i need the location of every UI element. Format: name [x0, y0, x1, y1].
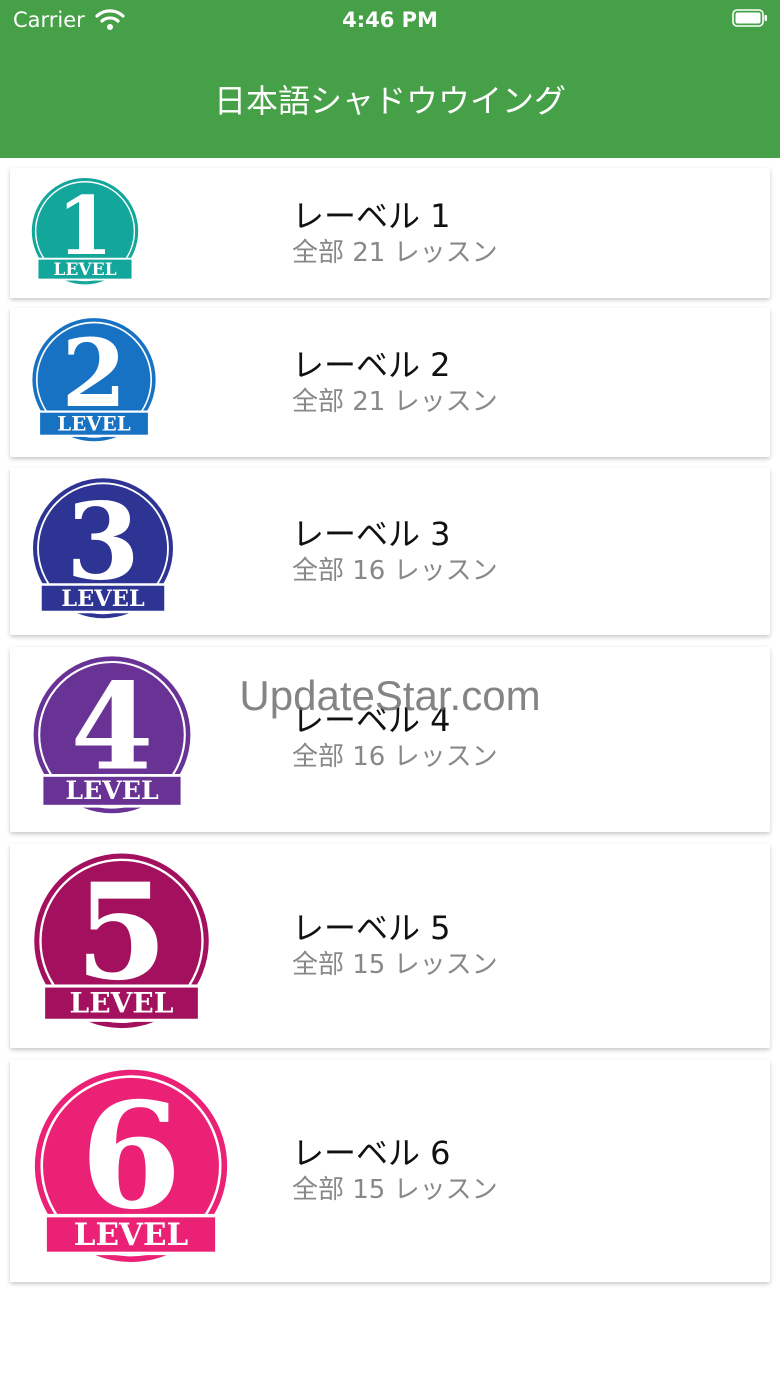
level-3-badge-icon: 3 LEVEL [33, 478, 173, 619]
level-badge-2: 2 LEVEL [28, 317, 160, 449]
level-4-badge-icon: 4 LEVEL [33, 656, 191, 814]
level-card-1[interactable]: 1 LEVEL レーベル 1 全部 21 レッスン [10, 168, 770, 298]
level-card-3[interactable]: 3 LEVEL レーベル 3 全部 16 レッスン [10, 468, 770, 635]
level-card-6[interactable]: 6 LEVEL レーベル 6 全部 15 レッスン [10, 1060, 770, 1282]
level-subtitle: 全部 15 レッスン [292, 950, 498, 980]
level-title: レーベル 2 [292, 346, 451, 384]
level-card-5[interactable]: 5 LEVEL レーベル 5 全部 15 レッスン [10, 844, 770, 1048]
status-time: 4:46 PM [342, 8, 438, 32]
badge-label: LEVEL [74, 1217, 189, 1253]
level-6-badge-icon: 6 LEVEL [34, 1069, 228, 1262]
level-2-badge-icon: 2 LEVEL [32, 318, 156, 442]
badge-label: LEVEL [57, 411, 130, 435]
level-subtitle: 全部 21 レッスン [292, 238, 498, 268]
level-title: レーベル 5 [292, 909, 451, 947]
level-badge-6: 6 LEVEL [28, 1068, 234, 1274]
level-text-5: レーベル 5 全部 15 レッスン [292, 908, 498, 982]
level-badge-3: 3 LEVEL [28, 477, 178, 627]
level-text-1: レーベル 1 全部 21 レッスン [292, 196, 498, 270]
level-subtitle: 全部 16 レッスン [292, 556, 498, 586]
level-subtitle: 全部 21 レッスン [292, 387, 498, 417]
level-card-4[interactable]: 4 LEVEL レーベル 4 全部 16 レッスン [10, 647, 770, 832]
level-text-4: レーベル 4 全部 16 レッスン [292, 700, 498, 774]
level-badge-4: 4 LEVEL [28, 655, 196, 823]
badge-label: LEVEL [65, 775, 159, 805]
level-title: レーベル 3 [292, 515, 451, 553]
level-5-badge-icon: 5 LEVEL [34, 853, 209, 1029]
badge-label: LEVEL [70, 987, 174, 1020]
level-title: レーベル 4 [292, 701, 451, 739]
level-title: レーベル 1 [292, 197, 451, 235]
badge-label: LEVEL [53, 260, 116, 280]
battery-icon [732, 9, 767, 27]
app-header: Carrier 4:46 PM 日本語シャドウウイング [0, 0, 780, 158]
nav-title: 日本語シャドウウイング [213, 82, 566, 120]
level-text-3: レーベル 3 全部 16 レッスン [292, 514, 498, 588]
level-title: レーベル 6 [292, 1134, 451, 1172]
level-subtitle: 全部 16 レッスン [292, 742, 498, 772]
level-text-6: レーベル 6 全部 15 レッスン [292, 1133, 498, 1207]
level-card-2[interactable]: 2 LEVEL レーベル 2 全部 21 レッスン [10, 308, 770, 457]
badge-label: LEVEL [61, 586, 145, 612]
level-badge-5: 5 LEVEL [28, 852, 215, 1039]
level-subtitle: 全部 15 レッスン [292, 1175, 498, 1205]
status-bar: Carrier 4:46 PM [0, 0, 780, 40]
level-1-badge-icon: 1 LEVEL [31, 177, 139, 285]
level-badge-1: 1 LEVEL [28, 177, 142, 291]
level-text-2: レーベル 2 全部 21 レッスン [292, 345, 498, 419]
